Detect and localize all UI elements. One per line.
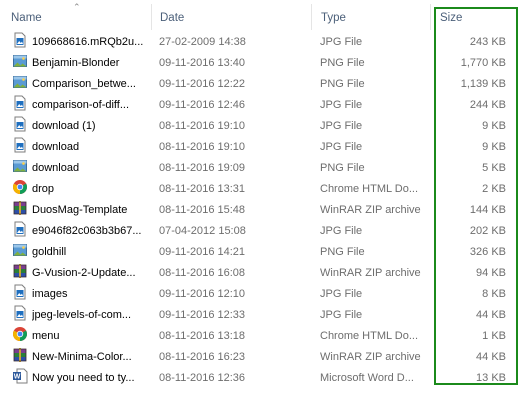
file-type: Microsoft Word D... (320, 372, 414, 384)
file-name: goldhill (32, 246, 67, 258)
file-type: JPG File (320, 309, 363, 321)
file-type: Chrome HTML Do... (320, 330, 419, 342)
file-date: 08-11-2016 15:48 (159, 204, 246, 216)
jpg-file-icon (12, 305, 28, 326)
chrome-html-icon (12, 326, 28, 347)
file-type: JPG File (320, 99, 363, 111)
file-date: 08-11-2016 16:08 (159, 267, 246, 279)
file-name: menu (32, 330, 60, 342)
jpg-file-icon (12, 221, 28, 242)
file-name: Comparison_betwe... (32, 78, 136, 90)
winrar-archive-icon (12, 263, 28, 284)
file-name: jpeg-levels-of-com... (32, 309, 132, 321)
winrar-archive-icon (12, 347, 28, 368)
jpg-file-icon (12, 116, 28, 137)
file-type: PNG File (320, 246, 365, 258)
file-date: 08-11-2016 19:10 (159, 120, 246, 132)
jpg-file-icon (12, 32, 28, 53)
file-date: 08-11-2016 16:23 (159, 351, 246, 363)
file-date: 27-02-2009 14:38 (159, 36, 246, 48)
column-divider[interactable] (151, 4, 152, 30)
file-name: Benjamin-Blonder (32, 57, 120, 69)
column-divider[interactable] (311, 4, 312, 30)
file-name: download (1) (32, 120, 96, 132)
word-document-icon: W (12, 368, 28, 389)
column-header-name[interactable]: Name (11, 0, 42, 32)
png-file-icon (12, 242, 28, 263)
jpg-file-icon (12, 95, 28, 116)
file-type: JPG File (320, 288, 363, 300)
file-name: download (32, 162, 80, 174)
file-date: 09-11-2016 12:46 (159, 99, 246, 111)
file-name: 109668616.mRQb2u... (32, 36, 144, 48)
chrome-html-icon (12, 179, 28, 200)
size-column-highlight (434, 7, 518, 385)
file-name: Now you need to ty... (32, 372, 135, 384)
file-type: Chrome HTML Do... (320, 183, 419, 195)
file-date: 09-11-2016 12:10 (159, 288, 246, 300)
file-date: 08-11-2016 13:31 (159, 183, 246, 195)
jpg-file-icon (12, 137, 28, 158)
file-type: JPG File (320, 225, 363, 237)
png-file-icon (12, 74, 28, 95)
file-date: 07-04-2012 15:08 (159, 225, 246, 237)
winrar-archive-icon (12, 200, 28, 221)
file-type: WinRAR ZIP archive (320, 204, 421, 216)
file-date: 08-11-2016 19:09 (159, 162, 246, 174)
file-date: 09-11-2016 12:33 (159, 309, 246, 321)
file-name: DuosMag-Template (32, 204, 128, 216)
file-type: PNG File (320, 78, 365, 90)
column-divider[interactable] (430, 4, 431, 30)
file-type: PNG File (320, 162, 365, 174)
file-name: drop (32, 183, 55, 195)
file-type: PNG File (320, 57, 365, 69)
column-header-type[interactable]: Type (321, 0, 346, 32)
column-header-date[interactable]: Date (160, 0, 184, 32)
file-name: e9046f82c063b3b67... (32, 225, 142, 237)
file-type: WinRAR ZIP archive (320, 267, 421, 279)
file-date: 09-11-2016 13:40 (159, 57, 246, 69)
svg-text:W: W (14, 374, 21, 381)
file-name: comparison-of-diff... (32, 99, 130, 111)
file-date: 08-11-2016 13:18 (159, 330, 246, 342)
file-date: 08-11-2016 12:36 (159, 372, 246, 384)
file-name: download (32, 141, 80, 153)
file-type: JPG File (320, 36, 363, 48)
file-date: 08-11-2016 19:10 (159, 141, 246, 153)
file-date: 09-11-2016 14:21 (159, 246, 246, 258)
png-file-icon (12, 53, 28, 74)
file-name: New-Minima-Color... (32, 351, 132, 363)
png-file-icon (12, 158, 28, 179)
file-type: JPG File (320, 120, 363, 132)
jpg-file-icon (12, 284, 28, 305)
file-type: JPG File (320, 141, 363, 153)
file-name: images (32, 288, 68, 300)
file-date: 09-11-2016 12:22 (159, 78, 246, 90)
file-name: G-Vusion-2-Update... (32, 267, 136, 279)
sort-ascending-icon: ⌃ (73, 2, 81, 12)
file-type: WinRAR ZIP archive (320, 351, 421, 363)
